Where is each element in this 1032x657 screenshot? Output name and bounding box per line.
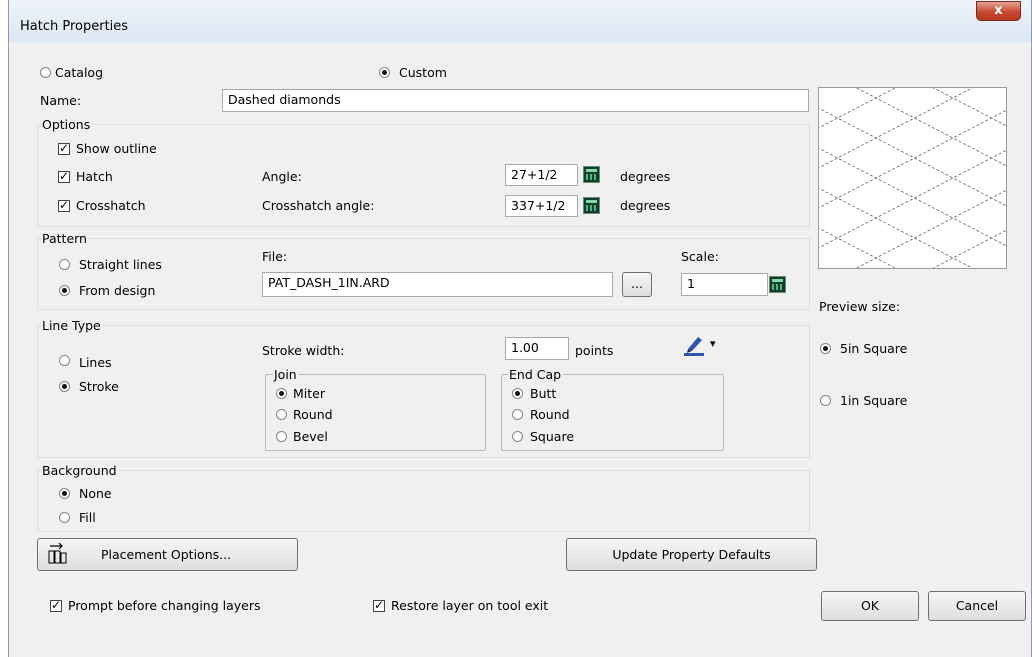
- stroke-width-label: Stroke width:: [262, 343, 345, 358]
- pen-color-icon: [684, 337, 704, 356]
- background-group: [37, 470, 810, 532]
- stroke-width-field[interactable]: 1.00: [505, 337, 569, 360]
- calculator-icon[interactable]: [583, 166, 600, 183]
- from-design-label[interactable]: From design: [79, 283, 155, 298]
- end-cap-butt-radio[interactable]: [512, 388, 523, 399]
- window-title: Hatch Properties: [20, 19, 129, 34]
- calculator-icon[interactable]: [769, 276, 786, 293]
- placement-options-button[interactable]: Placement Options...: [37, 538, 298, 571]
- background-fill-radio[interactable]: [59, 512, 70, 523]
- browse-button[interactable]: ...: [622, 272, 652, 297]
- pen-color-button[interactable]: ▾: [683, 334, 725, 356]
- close-icon: x: [994, 3, 1003, 18]
- crosshatch-label[interactable]: Crosshatch: [76, 198, 146, 213]
- crosshatch-angle-label: Crosshatch angle:: [262, 198, 375, 213]
- name-field[interactable]: Dashed diamonds: [222, 89, 809, 112]
- stroke-radio[interactable]: [59, 381, 70, 392]
- join-bevel-label[interactable]: Bevel: [293, 429, 328, 444]
- hatch-properties-dialog: Hatch Properties x Catalog Custom Name: …: [8, 0, 1032, 657]
- preview-size-label: Preview size:: [819, 299, 901, 314]
- background-none-radio[interactable]: [59, 488, 70, 499]
- angle-unit: degrees: [620, 169, 671, 184]
- join-miter-label[interactable]: Miter: [293, 386, 325, 401]
- hatch-preview: [818, 87, 1007, 269]
- update-property-defaults-button[interactable]: Update Property Defaults: [566, 538, 817, 571]
- crosshatch-angle-unit: degrees: [620, 198, 671, 213]
- options-group: [37, 124, 810, 227]
- prompt-layers-checkbox[interactable]: [50, 598, 62, 613]
- pattern-legend: Pattern: [41, 231, 89, 246]
- file-label: File:: [262, 249, 288, 264]
- placement-options-icon: [48, 543, 67, 564]
- from-design-radio[interactable]: [59, 285, 70, 296]
- file-field[interactable]: PAT_DASH_1IN.ARD: [262, 272, 613, 297]
- background-legend: Background: [41, 463, 119, 478]
- show-outline-label[interactable]: Show outline: [76, 141, 157, 156]
- line-type-legend: Line Type: [41, 318, 103, 333]
- end-cap-square-label[interactable]: Square: [530, 429, 574, 444]
- catalog-radio[interactable]: [40, 67, 51, 78]
- end-cap-legend: End Cap: [508, 367, 564, 382]
- preview-5in-radio[interactable]: [820, 343, 831, 354]
- hatch-checkbox[interactable]: [58, 169, 70, 184]
- title-bar: Hatch Properties x: [9, 0, 1031, 42]
- preview-1in-label[interactable]: 1in Square: [840, 393, 907, 408]
- background-fill-label[interactable]: Fill: [79, 510, 96, 525]
- prompt-layers-label[interactable]: Prompt before changing layers: [68, 598, 261, 613]
- lines-radio[interactable]: [59, 355, 70, 366]
- join-bevel-radio[interactable]: [276, 431, 287, 442]
- end-cap-round-radio[interactable]: [512, 409, 523, 420]
- chevron-down-icon: ▾: [710, 337, 716, 350]
- join-miter-radio[interactable]: [276, 388, 287, 399]
- join-round-label[interactable]: Round: [293, 407, 333, 422]
- options-legend: Options: [41, 117, 93, 132]
- angle-label: Angle:: [262, 169, 302, 184]
- hatch-label[interactable]: Hatch: [76, 169, 113, 184]
- placement-options-label: Placement Options...: [101, 547, 232, 562]
- stroke-label[interactable]: Stroke: [79, 379, 119, 394]
- join-round-radio[interactable]: [276, 409, 287, 420]
- end-cap-round-label[interactable]: Round: [530, 407, 570, 422]
- straight-lines-radio[interactable]: [59, 259, 70, 270]
- end-cap-butt-label[interactable]: Butt: [530, 386, 556, 401]
- custom-label[interactable]: Custom: [399, 65, 447, 80]
- preview-1in-radio[interactable]: [820, 395, 831, 406]
- show-outline-checkbox[interactable]: [58, 141, 70, 156]
- ok-button[interactable]: OK: [821, 591, 919, 621]
- scale-label: Scale:: [681, 249, 719, 264]
- restore-layer-checkbox[interactable]: [373, 598, 385, 613]
- catalog-label[interactable]: Catalog: [55, 65, 103, 80]
- hatch-preview-image: [819, 88, 1006, 268]
- angle-field[interactable]: 27+1/2: [505, 164, 578, 186]
- crosshatch-angle-field[interactable]: 337+1/2: [505, 195, 578, 217]
- restore-layer-label[interactable]: Restore layer on tool exit: [391, 598, 548, 613]
- cancel-button[interactable]: Cancel: [928, 591, 1026, 621]
- name-label: Name:: [40, 93, 82, 108]
- lines-label[interactable]: Lines: [79, 355, 112, 370]
- calculator-icon[interactable]: [583, 197, 600, 214]
- join-legend: Join: [273, 367, 299, 382]
- close-button[interactable]: x: [976, 1, 1021, 21]
- custom-radio[interactable]: [379, 67, 390, 78]
- straight-lines-label[interactable]: Straight lines: [79, 257, 162, 272]
- end-cap-square-radio[interactable]: [512, 431, 523, 442]
- preview-5in-label[interactable]: 5in Square: [840, 341, 907, 356]
- scale-field[interactable]: 1: [681, 273, 768, 296]
- stroke-width-unit: points: [575, 343, 614, 358]
- background-none-label[interactable]: None: [79, 486, 112, 501]
- crosshatch-checkbox[interactable]: [58, 198, 70, 213]
